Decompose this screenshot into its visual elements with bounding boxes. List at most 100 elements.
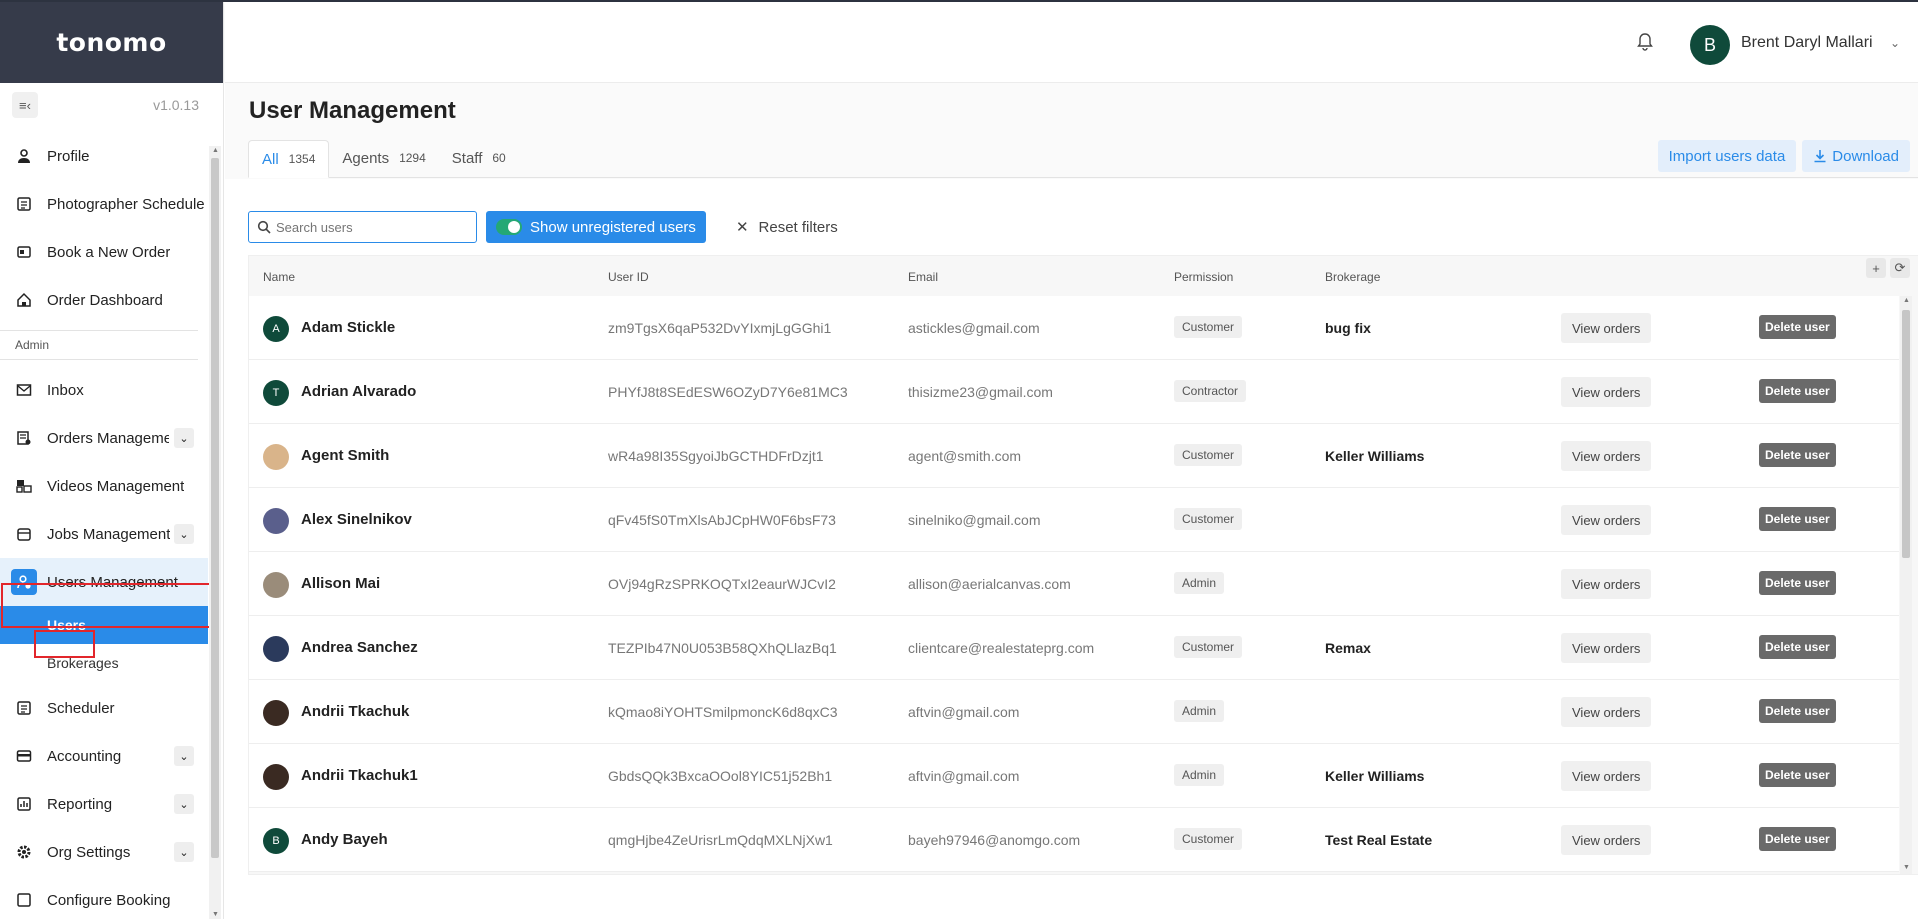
book-icon <box>15 243 33 261</box>
permission-badge: Customer <box>1174 828 1243 850</box>
avatar <box>263 764 289 790</box>
scroll-down-icon[interactable]: ▼ <box>212 911 219 918</box>
sidebar-item-org-settings[interactable]: Org Settings ⌄ <box>0 828 208 876</box>
sidebar-subitem-brokerages[interactable]: Brokerages <box>0 644 208 682</box>
collapse-sidebar-icon[interactable]: ≡‹ <box>12 92 38 118</box>
delete-user-button[interactable]: Delete user <box>1759 699 1836 723</box>
tab-all[interactable]: All 1354 <box>248 140 330 178</box>
permission-badge: Contractor <box>1174 380 1247 402</box>
table-row: T Adrian Alvarado PHYfJ8t8SEdESW6OZyD7Y6… <box>249 360 1899 424</box>
user-name-cell: Allison Mai <box>301 575 381 592</box>
delete-user-button[interactable]: Delete user <box>1759 379 1836 403</box>
sidebar-item-videos-management[interactable]: Videos Management <box>0 462 208 510</box>
column-header-email[interactable]: Email <box>908 270 938 284</box>
delete-user-button[interactable]: Delete user <box>1759 635 1836 659</box>
chevron-down-icon[interactable]: ⌄ <box>174 794 194 814</box>
sidebar-item-scheduler[interactable]: Scheduler <box>0 684 208 732</box>
view-orders-button[interactable]: View orders <box>1561 441 1652 471</box>
tab-count: 1354 <box>288 152 316 166</box>
download-button[interactable]: Download <box>1802 140 1910 172</box>
filters-bar: Show unregistered users ✕ Reset filters <box>248 211 838 243</box>
table-scroll-thumb[interactable] <box>1902 310 1910 558</box>
delete-user-button[interactable]: Delete user <box>1759 571 1836 595</box>
sidebar-scroll-thumb[interactable] <box>211 158 219 858</box>
view-orders-button[interactable]: View orders <box>1561 313 1652 343</box>
sidebar-item-order-dashboard[interactable]: Order Dashboard <box>0 276 208 324</box>
sidebar-item-inbox[interactable]: Inbox <box>0 366 208 414</box>
sidebar-nav: Profile Photographer Schedule Book a New… <box>0 146 208 919</box>
table-scrollbar[interactable]: ▲ ▼ <box>1900 296 1912 874</box>
brokerage-cell: Remax <box>1325 640 1371 656</box>
table-row: Agent Smith wR4a98I35SgyoiJbGCTHDFrDzjt1… <box>249 424 1899 488</box>
reset-filters-button[interactable]: ✕ Reset filters <box>735 218 838 237</box>
search-box[interactable] <box>248 211 477 243</box>
accounting-icon <box>15 747 33 765</box>
sidebar-subitem-users[interactable]: Users <box>0 606 208 644</box>
chevron-down-icon[interactable]: ⌄ <box>174 524 194 544</box>
sidebar-scrollbar[interactable]: ▲ ▼ <box>209 146 221 919</box>
brokerage-cell: Test Real Estate <box>1325 832 1433 848</box>
delete-user-button[interactable]: Delete user <box>1759 763 1836 787</box>
delete-user-button[interactable]: Delete user <box>1759 507 1836 531</box>
refresh-icon[interactable]: ⟳ <box>1890 258 1910 278</box>
download-icon <box>1814 150 1826 163</box>
column-header-name[interactable]: Name <box>263 270 295 284</box>
delete-user-button[interactable]: Delete user <box>1759 443 1836 467</box>
email-cell: aftvin@gmail.com <box>908 704 1020 720</box>
column-header-brokerage[interactable]: Brokerage <box>1325 270 1380 284</box>
sidebar-item-jobs-management[interactable]: Jobs Management ⌄ <box>0 510 208 558</box>
mail-icon <box>15 381 33 399</box>
delete-user-button[interactable]: Delete user <box>1759 827 1836 851</box>
logo[interactable]: tonomo <box>56 28 166 57</box>
permission-badge: Customer <box>1174 636 1243 658</box>
user-name[interactable]: Brent Daryl Mallari <box>1741 34 1873 52</box>
permission-badge: Admin <box>1174 572 1225 594</box>
user-id-cell: zm9TgsX6qaP532DvYIxmjLgGGhi1 <box>608 320 832 336</box>
sidebar-item-users-management[interactable]: Users Management <box>0 558 208 606</box>
view-orders-button[interactable]: View orders <box>1561 761 1652 791</box>
show-unregistered-toggle[interactable]: Show unregistered users <box>486 211 706 243</box>
user-name-cell: Andrii Tkachuk1 <box>301 767 418 784</box>
search-input[interactable] <box>276 219 466 235</box>
bell-icon[interactable] <box>1636 32 1654 52</box>
search-icon <box>257 220 271 234</box>
user-avatar[interactable]: B <box>1690 25 1730 65</box>
view-orders-button[interactable]: View orders <box>1561 377 1652 407</box>
view-orders-button[interactable]: View orders <box>1561 633 1652 663</box>
chevron-down-icon[interactable]: ⌄ <box>174 842 194 862</box>
page-actions: Import users data Download <box>1657 140 1910 172</box>
sidebar-item-profile[interactable]: Profile <box>0 132 208 180</box>
sidebar-item-photographer-schedule[interactable]: Photographer Schedule <box>0 180 208 228</box>
sidebar-item-book-order[interactable]: Book a New Order <box>0 228 208 276</box>
chevron-down-icon[interactable]: ⌄ <box>174 428 194 448</box>
delete-user-button[interactable]: Delete user <box>1759 315 1836 339</box>
video-icon <box>15 477 33 495</box>
view-orders-button[interactable]: View orders <box>1561 825 1652 855</box>
add-icon[interactable]: + <box>1866 258 1886 278</box>
user-id-cell: qmgHjbe4ZeUrisrLmQdqMXLNjXw1 <box>608 832 833 848</box>
scroll-up-icon[interactable]: ▲ <box>212 147 219 154</box>
column-header-user-id[interactable]: User ID <box>608 270 649 284</box>
chevron-down-icon[interactable]: ⌄ <box>1890 36 1900 50</box>
tab-agents[interactable]: Agents 1294 <box>329 139 438 177</box>
avatar <box>263 572 289 598</box>
import-users-button[interactable]: Import users data <box>1657 140 1797 172</box>
scroll-up-icon[interactable]: ▲ <box>1903 297 1910 304</box>
view-orders-button[interactable]: View orders <box>1561 505 1652 535</box>
view-orders-button[interactable]: View orders <box>1561 697 1652 727</box>
column-header-permission[interactable]: Permission <box>1174 270 1233 284</box>
sidebar-item-orders-management[interactable]: Orders Management ⌄ <box>0 414 208 462</box>
sidebar: tonomo ≡‹ v1.0.13 Profile Photographer S… <box>0 2 224 919</box>
sidebar-item-reporting[interactable]: Reporting ⌄ <box>0 780 208 828</box>
sidebar-item-configure-booking[interactable]: Configure Booking <box>0 876 208 919</box>
sidebar-item-accounting[interactable]: Accounting ⌄ <box>0 732 208 780</box>
table-tools: + ⟳ <box>1866 258 1910 278</box>
email-cell: sinelniko@gmail.com <box>908 512 1041 528</box>
toggle-switch[interactable] <box>496 219 522 235</box>
chevron-down-icon[interactable]: ⌄ <box>174 746 194 766</box>
user-name-cell: Andrea Sanchez <box>301 639 418 656</box>
tab-staff[interactable]: Staff 60 <box>439 139 519 177</box>
view-orders-button[interactable]: View orders <box>1561 569 1652 599</box>
close-icon: ✕ <box>735 219 749 236</box>
scroll-down-icon[interactable]: ▼ <box>1903 864 1910 871</box>
